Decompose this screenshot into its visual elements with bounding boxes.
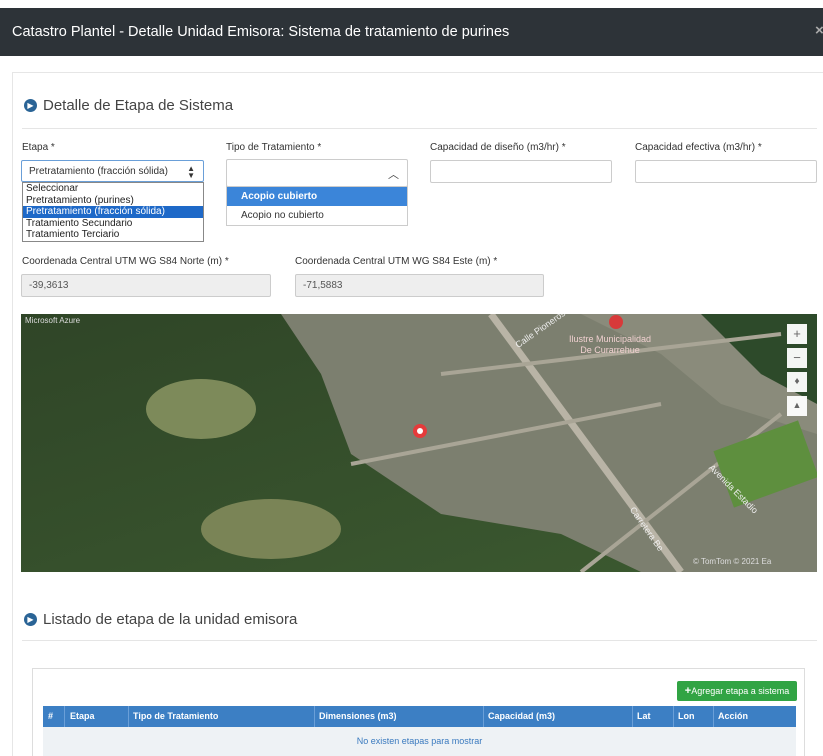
etapa-dropdown-list: Seleccionar Pretratamiento (purines) Pre… (22, 182, 204, 242)
zoom-in-button[interactable]: + (787, 324, 807, 344)
map-poi-label: Ilustre Municipalidad De Curarrehue (569, 334, 651, 356)
map-copyright: © TomTom © 2021 Ea (693, 557, 772, 566)
chevron-circle-right-icon: ▶ (24, 613, 37, 626)
etapa-option[interactable]: Pretratamiento (purines) (23, 195, 203, 207)
etapa-option-selected[interactable]: Pretratamiento (fracción sólida) (23, 206, 203, 218)
column-header[interactable]: Etapa (70, 711, 95, 721)
poi-label-line1: Ilustre Municipalidad (569, 334, 652, 344)
column-header[interactable]: Acción (718, 711, 748, 721)
este-label: Coordenada Central UTM WG S84 Este (m) * (295, 256, 498, 267)
column-header[interactable]: # (48, 711, 53, 721)
chevron-circle-right-icon: ▶ (24, 99, 37, 112)
add-etapa-label: Agregar etapa a sistema (691, 686, 790, 696)
cap-efectiva-label: Capacidad efectiva (m3/hr) * (635, 142, 762, 153)
section-divider (22, 640, 817, 641)
zoom-out-button[interactable]: − (787, 348, 807, 368)
table-header: # Etapa Tipo de Tratamiento Dimensiones … (43, 706, 796, 727)
column-separator (314, 706, 315, 727)
este-input[interactable]: -71,5883 (295, 274, 544, 297)
etapa-option[interactable]: Seleccionar (23, 183, 203, 195)
section-divider (22, 128, 817, 129)
tipo-tratamiento-select[interactable]: ︿ (226, 159, 408, 187)
column-separator (64, 706, 65, 727)
compass-icon[interactable]: ♦ (787, 372, 807, 392)
column-header[interactable]: Capacidad (m3) (488, 711, 555, 721)
poi-label-line2: De Curarrehue (580, 345, 640, 355)
sort-arrows-icon: ▲ ▼ (187, 164, 195, 180)
section-title-listado: ▶ Listado de etapa de la unidad emisora (24, 611, 297, 628)
column-separator (632, 706, 633, 727)
map-controls: + − ♦ ▲ (787, 324, 807, 420)
satellite-map[interactable]: Microsoft Azure Ilustre Municipalidad De… (21, 314, 817, 572)
tipo-label: Tipo de Tratamiento * (226, 142, 322, 153)
column-separator (713, 706, 714, 727)
etapa-label: Etapa * (22, 142, 55, 153)
column-header[interactable]: Tipo de Tratamiento (133, 711, 218, 721)
map-style-icon[interactable]: ▲ (787, 396, 807, 416)
column-separator (483, 706, 484, 727)
chevron-up-icon: ︿ (388, 169, 399, 181)
column-header[interactable]: Lat (637, 711, 651, 721)
etapa-select-value: Pretratamiento (fracción sólida) (29, 166, 168, 177)
section-title-detalle: ▶ Detalle de Etapa de Sistema (24, 97, 233, 114)
map-provider: Microsoft Azure (25, 316, 81, 325)
etapa-option[interactable]: Tratamiento Terciario (23, 229, 203, 241)
modal-header: Catastro Plantel - Detalle Unidad Emisor… (0, 8, 823, 56)
column-separator (673, 706, 674, 727)
modal-title: Catastro Plantel - Detalle Unidad Emisor… (12, 24, 510, 40)
column-header[interactable]: Dimensiones (m3) (319, 711, 397, 721)
map-imagery (21, 314, 817, 572)
cap-diseno-input[interactable] (430, 160, 612, 183)
norte-input[interactable]: -39,3613 (21, 274, 271, 297)
add-etapa-button[interactable]: +Agregar etapa a sistema (677, 681, 797, 701)
norte-label: Coordenada Central UTM WG S84 Norte (m) … (22, 256, 229, 267)
close-icon[interactable]: × (815, 22, 823, 39)
etapa-option[interactable]: Tratamiento Secundario (23, 218, 203, 230)
cap-efectiva-input[interactable] (635, 160, 817, 183)
tipo-option[interactable]: Acopio no cubierto (227, 206, 407, 225)
section-title-text: Detalle de Etapa de Sistema (43, 97, 234, 114)
column-separator (128, 706, 129, 727)
empty-table-message: No existen etapas para mostrar (43, 727, 796, 756)
top-strip (0, 0, 823, 8)
tipo-option-highlighted[interactable]: Acopio cubierto (227, 187, 407, 206)
cap-diseno-label: Capacidad de diseño (m3/hr) * (430, 142, 566, 153)
etapa-select[interactable]: Pretratamiento (fracción sólida) ▲ ▼ (21, 160, 204, 182)
section-title-text: Listado de etapa de la unidad emisora (43, 611, 298, 628)
tipo-tratamiento-options: Acopio cubierto Acopio no cubierto (226, 186, 408, 226)
column-header[interactable]: Lon (678, 711, 695, 721)
